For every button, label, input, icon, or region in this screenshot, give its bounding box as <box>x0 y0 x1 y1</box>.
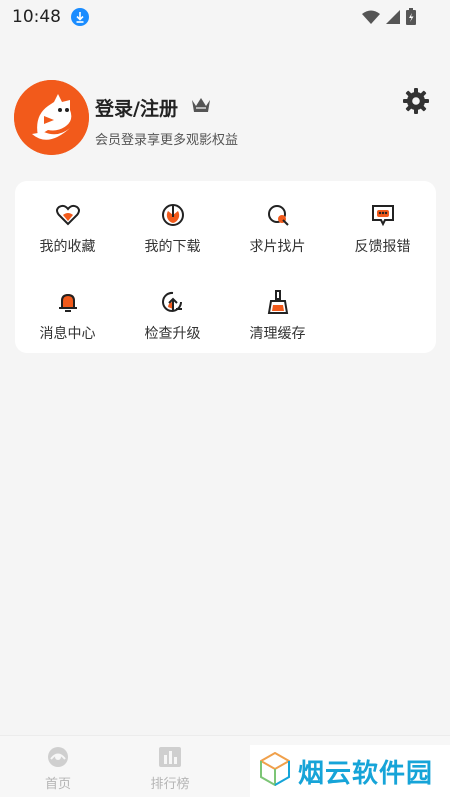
menu-card: 我的收藏 我的下载 求片找片 反馈报错 消息中心 检查升级 清理缓存 <box>15 181 436 353</box>
menu-item-feedback[interactable]: 反馈报错 <box>330 186 435 256</box>
menu-item-label: 求片找片 <box>249 239 306 255</box>
watermark-text: 烟云软件园 <box>298 758 434 789</box>
menu-item-label: 我的收藏 <box>39 239 96 255</box>
signal-icon <box>386 9 400 28</box>
upgrade-icon <box>160 289 186 315</box>
gear-icon[interactable] <box>403 88 429 118</box>
login-subtitle: 会员登录享更多观影权益 <box>95 133 239 148</box>
watermark: 烟云软件园 <box>250 745 450 797</box>
avatar[interactable] <box>14 80 89 155</box>
tab-label: 首页 <box>44 777 71 792</box>
download-circle-icon <box>160 202 186 228</box>
profile-header: 登录/注册 会员登录享更多观影权益 <box>14 80 436 158</box>
tab-ranking[interactable]: 排行榜 <box>114 736 226 797</box>
broom-icon <box>265 289 291 315</box>
menu-item-clear-cache[interactable]: 清理缓存 <box>225 273 330 343</box>
tab-label: 排行榜 <box>150 777 190 792</box>
search-icon <box>265 202 291 228</box>
chart-icon <box>158 746 182 768</box>
menu-item-label: 消息中心 <box>39 326 96 342</box>
heart-icon <box>55 202 81 228</box>
menu-item-request-movie[interactable]: 求片找片 <box>225 186 330 256</box>
tab-home[interactable]: 首页 <box>2 736 114 797</box>
menu-item-label: 清理缓存 <box>249 326 306 342</box>
cube-logo-icon <box>258 751 292 790</box>
home-icon <box>46 746 70 768</box>
wifi-icon <box>362 9 380 28</box>
menu-item-check-update[interactable]: 检查升级 <box>120 273 225 343</box>
login-register-link[interactable]: 登录/注册 <box>95 94 178 121</box>
bell-icon <box>55 289 81 315</box>
status-bar: 10:48 <box>0 0 450 34</box>
menu-item-downloads[interactable]: 我的下载 <box>120 186 225 256</box>
feedback-icon <box>370 202 396 228</box>
menu-item-label: 我的下载 <box>144 239 201 255</box>
menu-item-label: 反馈报错 <box>354 239 411 255</box>
status-time: 10:48 <box>12 7 61 27</box>
battery-icon <box>406 8 416 29</box>
menu-item-messages[interactable]: 消息中心 <box>15 273 120 343</box>
menu-item-favorites[interactable]: 我的收藏 <box>15 186 120 256</box>
download-icon <box>71 8 89 26</box>
menu-item-label: 检查升级 <box>144 326 201 342</box>
crown-icon <box>191 96 211 118</box>
